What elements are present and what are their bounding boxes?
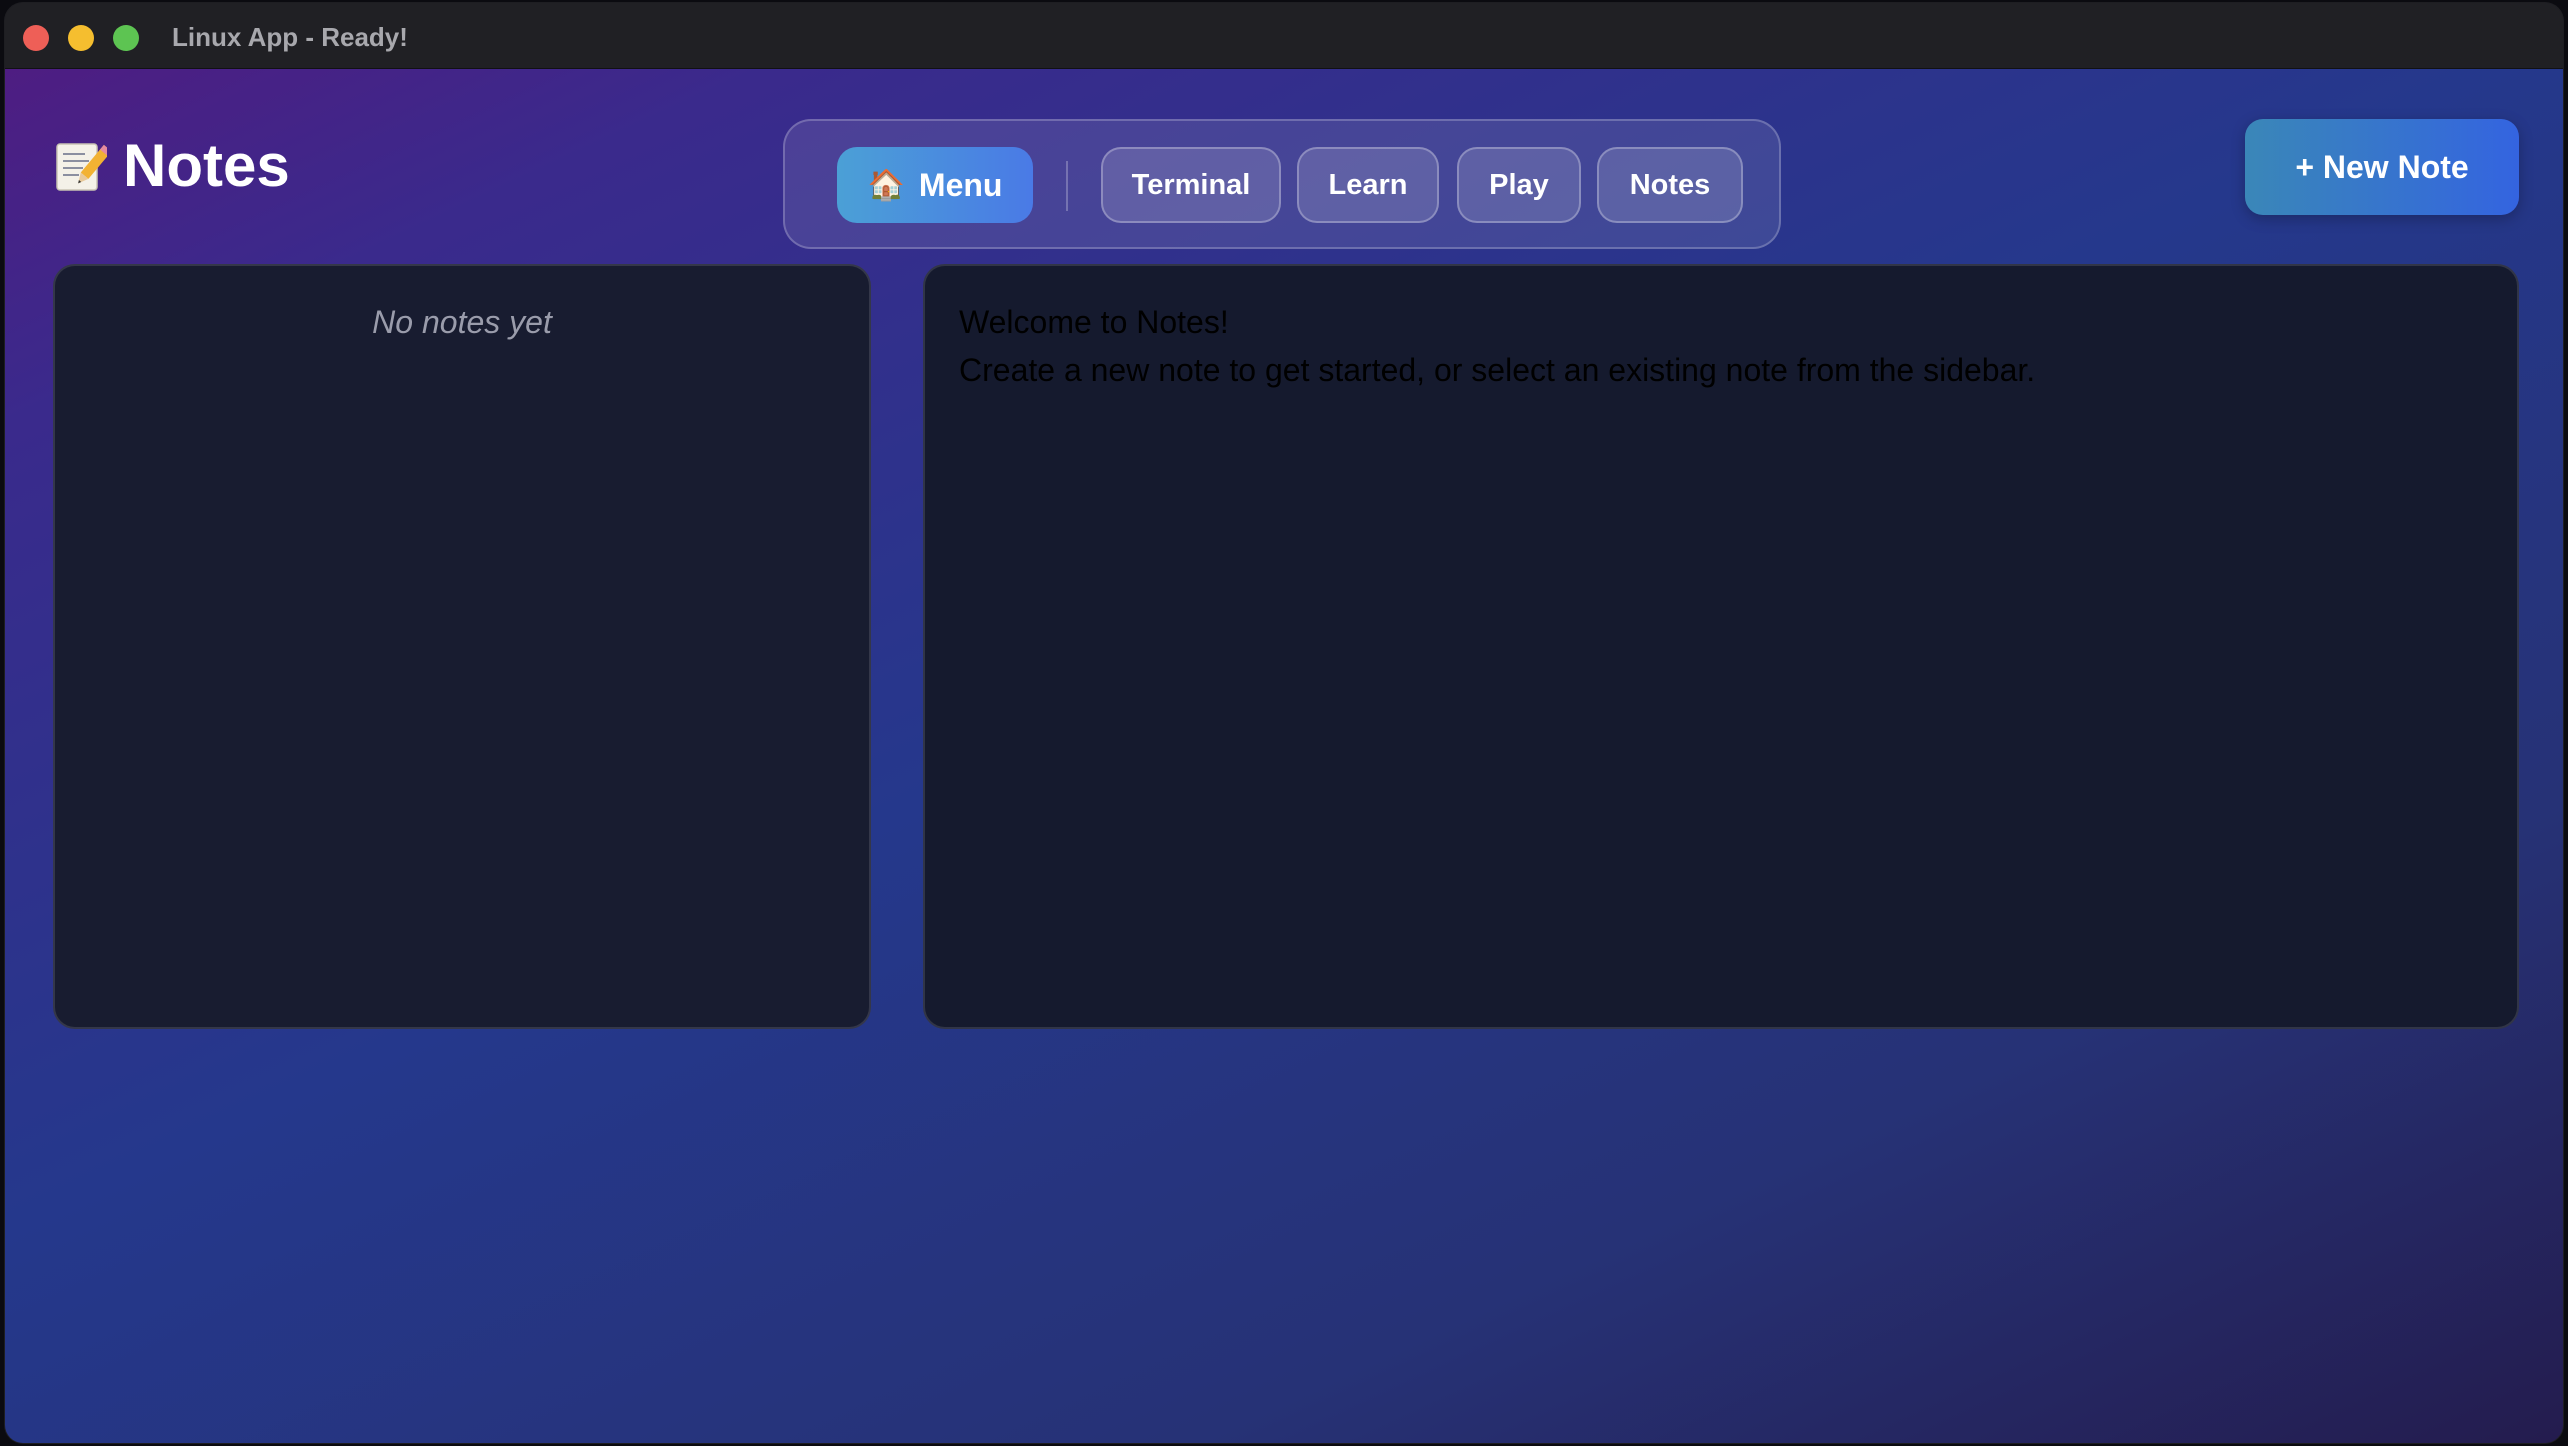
nav-play-button[interactable]: Play: [1457, 147, 1581, 223]
nav-divider: [1066, 161, 1068, 211]
house-icon: 🏠: [867, 168, 905, 202]
app-title-text: Notes: [123, 132, 290, 199]
note-editor[interactable]: Welcome to Notes! Create a new note to g…: [923, 264, 2519, 1029]
nav-learn-button[interactable]: Learn: [1297, 147, 1439, 223]
empty-notes-message: No notes yet: [372, 304, 552, 340]
app-content: Notes 🏠 Menu Terminal Learn Play Notes +…: [5, 69, 2563, 1443]
memo-pencil-icon: [55, 138, 112, 194]
nav-notes-button[interactable]: Notes: [1597, 147, 1743, 223]
welcome-title: Welcome to Notes!: [959, 304, 1229, 340]
menu-button[interactable]: 🏠 Menu: [837, 147, 1033, 223]
title-bar: Linux App - Ready!: [5, 3, 2563, 69]
close-window-button[interactable]: [23, 25, 49, 51]
app-window: Linux App - Ready! Notes 🏠 Menu Terminal…: [5, 3, 2563, 1443]
maximize-window-button[interactable]: [113, 25, 139, 51]
notes-sidebar: No notes yet: [53, 264, 871, 1029]
nav-terminal-button[interactable]: Terminal: [1101, 147, 1281, 223]
new-note-button[interactable]: + New Note: [2245, 119, 2519, 215]
main-nav: 🏠 Menu Terminal Learn Play Notes: [783, 119, 1781, 249]
minimize-window-button[interactable]: [68, 25, 94, 51]
menu-button-label: Menu: [918, 166, 1003, 203]
page-title: Notes: [55, 131, 290, 200]
welcome-body: Create a new note to get started, or sel…: [959, 352, 2036, 388]
window-title: Linux App - Ready!: [172, 22, 408, 52]
